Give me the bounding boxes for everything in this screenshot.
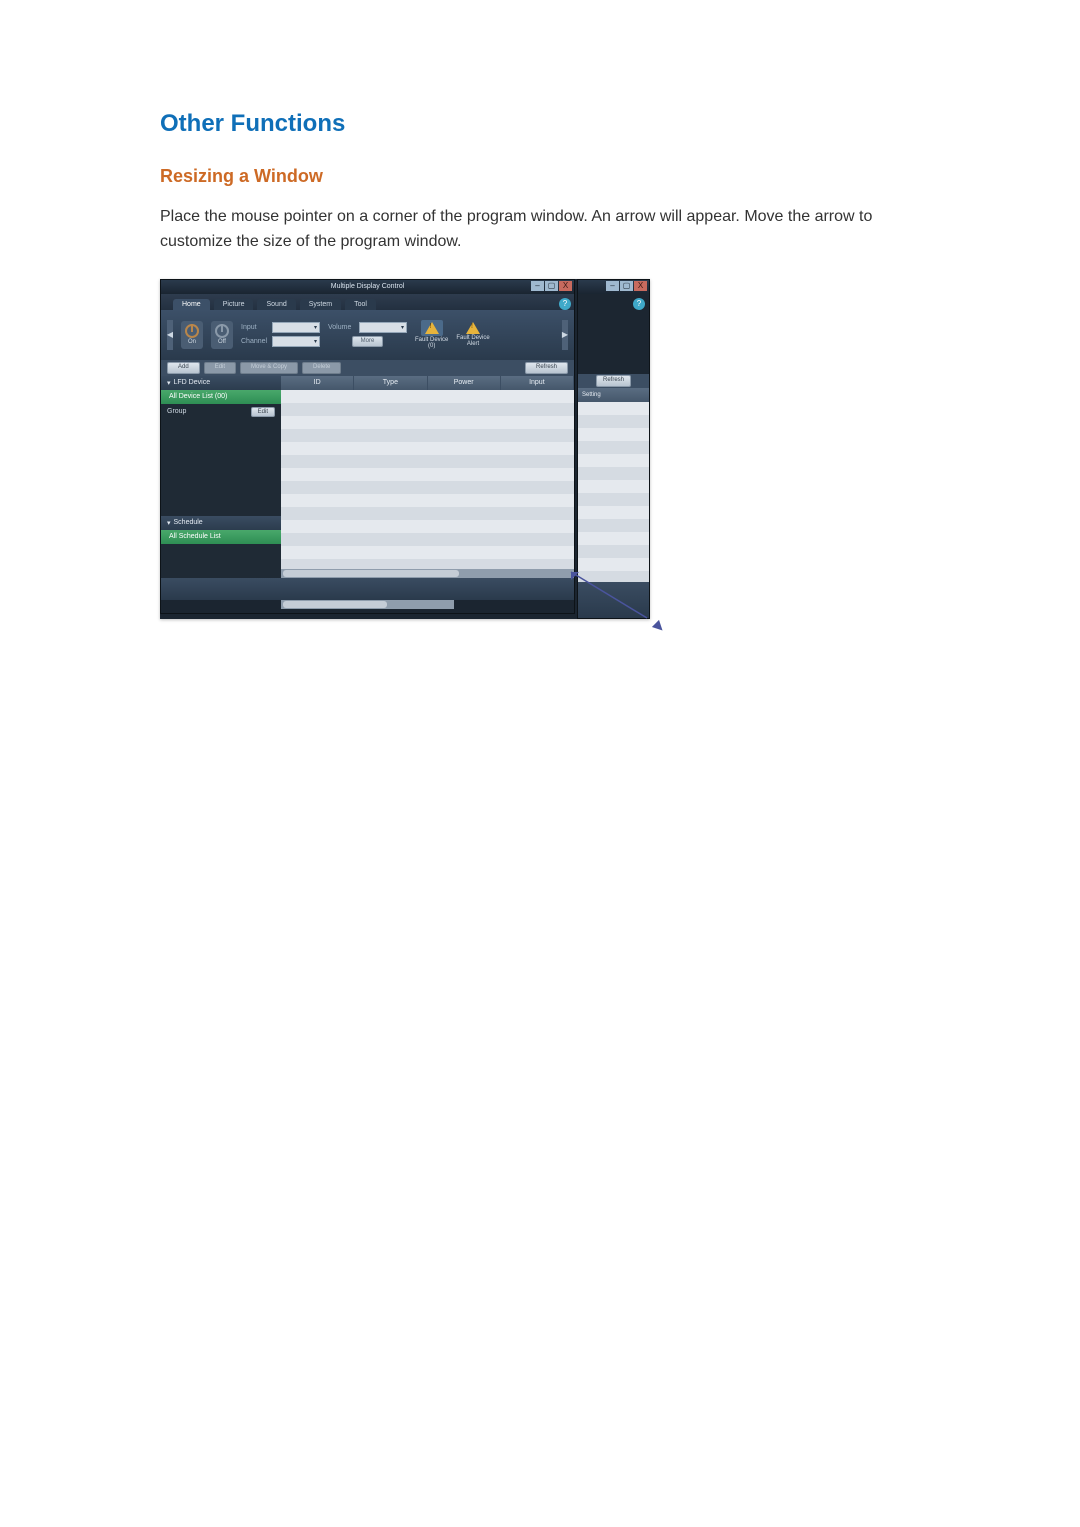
- chevron-down-icon: ▾: [167, 519, 171, 527]
- side-window: – ▢ X ? Refresh Setting: [577, 279, 650, 619]
- input-select[interactable]: ▾: [272, 322, 320, 333]
- fault-device-count-label: Fault Device (0): [415, 337, 448, 350]
- main-window: Multiple Display Control – ▢ X Home Pict…: [160, 279, 575, 614]
- power-on-label: On: [188, 339, 196, 345]
- side-col-setting[interactable]: Setting: [578, 388, 649, 402]
- side-status-bar: [578, 582, 649, 618]
- delete-button[interactable]: Delete: [302, 362, 341, 374]
- edit-button[interactable]: Edit: [204, 362, 236, 374]
- titlebar: Multiple Display Control – ▢ X: [161, 280, 574, 294]
- input-field-label: Input: [241, 324, 269, 331]
- side-table-body: [578, 402, 649, 582]
- side-close-button[interactable]: X: [634, 281, 647, 291]
- h-scrollbar[interactable]: [281, 569, 574, 578]
- fault-device-alert[interactable]: Fault Device Alert: [456, 322, 489, 348]
- power-on-icon: [185, 324, 199, 338]
- body-paragraph: Place the mouse pointer on a corner of t…: [160, 205, 940, 255]
- tab-system[interactable]: System: [300, 299, 341, 310]
- side-minimize-button[interactable]: –: [606, 281, 619, 291]
- footer-scrollbar[interactable]: [281, 600, 454, 609]
- channel-field-label: Channel: [241, 338, 269, 345]
- move-copy-button[interactable]: Move & Copy: [240, 362, 298, 374]
- lfd-device-label: LFD Device: [174, 379, 211, 386]
- col-id[interactable]: ID: [281, 376, 354, 390]
- help-icon[interactable]: ?: [559, 298, 571, 310]
- schedule-header[interactable]: ▾ Schedule: [161, 516, 281, 530]
- close-button[interactable]: X: [559, 281, 572, 291]
- all-device-list-item[interactable]: All Device List (00): [161, 390, 281, 404]
- volume-select[interactable]: ▾: [359, 322, 407, 333]
- more-button[interactable]: More: [352, 336, 384, 347]
- schedule-label: Schedule: [174, 519, 203, 526]
- resize-cursor-icon: [652, 620, 666, 634]
- channel-select[interactable]: ▾: [272, 336, 320, 347]
- lfd-device-header[interactable]: ▾ LFD Device: [161, 376, 281, 390]
- minimize-button[interactable]: –: [531, 281, 544, 291]
- col-type[interactable]: Type: [354, 376, 427, 390]
- volume-field-label: Volume: [328, 324, 356, 331]
- alert-icon: [466, 322, 480, 334]
- power-off-icon: [215, 324, 229, 338]
- add-button[interactable]: Add: [167, 362, 200, 374]
- group-edit-button[interactable]: Edit: [251, 407, 275, 417]
- tab-picture[interactable]: Picture: [214, 299, 254, 310]
- chevron-down-icon: ▾: [167, 379, 171, 387]
- maximize-button[interactable]: ▢: [545, 281, 558, 291]
- group-label: Group: [167, 408, 186, 415]
- page-heading-2: Resizing a Window: [160, 166, 1000, 187]
- col-input[interactable]: Input: [501, 376, 574, 390]
- ribbon-scroll-left[interactable]: ◀: [167, 320, 173, 350]
- col-power[interactable]: Power: [428, 376, 501, 390]
- status-bar: [161, 578, 574, 600]
- fault-device-alert-label: Fault Device Alert: [456, 335, 489, 348]
- all-schedule-list-item[interactable]: All Schedule List: [161, 530, 281, 544]
- left-pane: ▾ LFD Device All Device List (00) Group …: [161, 376, 281, 578]
- side-refresh-button[interactable]: Refresh: [596, 375, 631, 387]
- tab-bar: Home Picture Sound System Tool ?: [161, 294, 574, 310]
- window-title: Multiple Display Control: [331, 283, 405, 290]
- right-pane: ID Type Power Input: [281, 376, 574, 578]
- tab-sound[interactable]: Sound: [257, 299, 295, 310]
- page-heading-1: Other Functions: [160, 110, 1000, 138]
- refresh-button[interactable]: Refresh: [525, 362, 568, 374]
- app-screenshot: Multiple Display Control – ▢ X Home Pict…: [160, 279, 650, 619]
- group-row: Group Edit: [161, 404, 281, 420]
- side-help-icon[interactable]: ?: [633, 298, 645, 310]
- side-maximize-button[interactable]: ▢: [620, 281, 633, 291]
- power-off-button[interactable]: Off: [211, 321, 233, 349]
- ribbon-toolbar: ◀ On Off Input ▾ Channel ▾: [161, 310, 574, 360]
- column-header-row: ID Type Power Input: [281, 376, 574, 390]
- action-bar: Add Edit Move & Copy Delete Refresh: [161, 360, 574, 376]
- power-on-button[interactable]: On: [181, 321, 203, 349]
- power-off-label: Off: [218, 339, 226, 345]
- tab-home[interactable]: Home: [173, 299, 210, 310]
- tab-tool[interactable]: Tool: [345, 299, 376, 310]
- table-body: [281, 390, 574, 569]
- monitor-warning-icon: [421, 320, 443, 336]
- fault-device-count[interactable]: Fault Device (0): [415, 320, 448, 350]
- ribbon-scroll-right[interactable]: ▶: [562, 320, 568, 350]
